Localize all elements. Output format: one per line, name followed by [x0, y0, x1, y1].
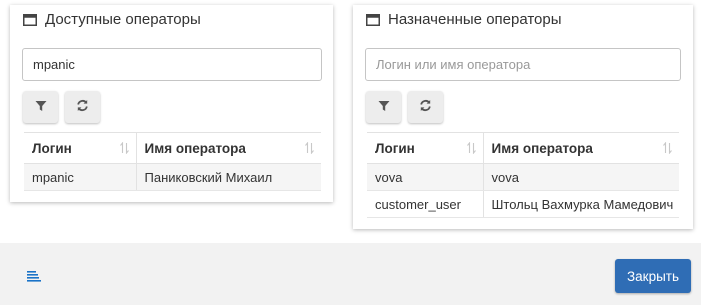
available-operators-table: Логин Имя оператора mpanic Паниковский М…: [24, 132, 321, 191]
available-filter-button[interactable]: [23, 91, 58, 123]
table-header-row: Логин Имя оператора: [24, 132, 321, 164]
available-operators-panel: Доступные операторы Логин Имя оператора: [10, 5, 333, 202]
refresh-icon: [76, 99, 89, 115]
refresh-icon: [419, 99, 432, 115]
available-operators-header: Доступные операторы: [23, 11, 201, 28]
filter-icon: [378, 100, 390, 115]
assigned-operators-table: Логин Имя оператора vova vova customer_u…: [367, 132, 679, 218]
column-header-label: Имя оператора: [144, 140, 246, 156]
window-icon: [23, 13, 37, 26]
table-row[interactable]: mpanic Паниковский Михаил: [24, 163, 321, 191]
cell-operator-name: Штольц Вахмурка Мамедович: [482, 190, 679, 218]
assigned-operators-title: Назначенные операторы: [388, 11, 562, 28]
close-button[interactable]: Закрыть: [615, 259, 691, 293]
table-header-row: Логин Имя оператора: [367, 132, 679, 164]
assigned-operators-header: Назначенные операторы: [366, 11, 562, 28]
filter-icon: [35, 100, 47, 115]
assigned-search-input[interactable]: [365, 48, 681, 81]
assigned-refresh-button[interactable]: [408, 91, 443, 123]
dialog-footer: Закрыть: [0, 243, 701, 305]
cell-login: vova: [367, 163, 483, 191]
column-header-label: Логин: [375, 140, 415, 156]
assigned-filter-button[interactable]: [366, 91, 401, 123]
available-search-input[interactable]: [22, 48, 322, 81]
table-row[interactable]: vova vova: [367, 163, 679, 191]
column-header-login[interactable]: Логин: [367, 132, 483, 164]
column-header-label: Имя оператора: [491, 140, 593, 156]
column-header-label: Логин: [32, 140, 72, 156]
available-refresh-button[interactable]: [65, 91, 100, 123]
list-lines-icon[interactable]: [27, 269, 41, 287]
table-row[interactable]: customer_user Штольц Вахмурка Мамедович: [367, 190, 679, 218]
assigned-operators-panel: Назначенные операторы Логин Имя оператор…: [353, 5, 693, 229]
sort-icon: [466, 141, 476, 157]
column-header-login[interactable]: Логин: [24, 132, 136, 164]
cell-login: mpanic: [24, 163, 136, 191]
sort-icon: [663, 141, 672, 157]
column-header-operator-name[interactable]: Имя оператора: [135, 132, 321, 164]
column-header-operator-name[interactable]: Имя оператора: [482, 132, 679, 164]
sort-icon: [119, 141, 129, 157]
sort-icon: [305, 141, 314, 157]
cell-login: customer_user: [367, 190, 483, 218]
window-icon: [366, 13, 380, 26]
available-operators-title: Доступные операторы: [45, 11, 201, 28]
cell-operator-name: Паниковский Михаил: [135, 163, 321, 191]
cell-operator-name: vova: [482, 163, 679, 191]
